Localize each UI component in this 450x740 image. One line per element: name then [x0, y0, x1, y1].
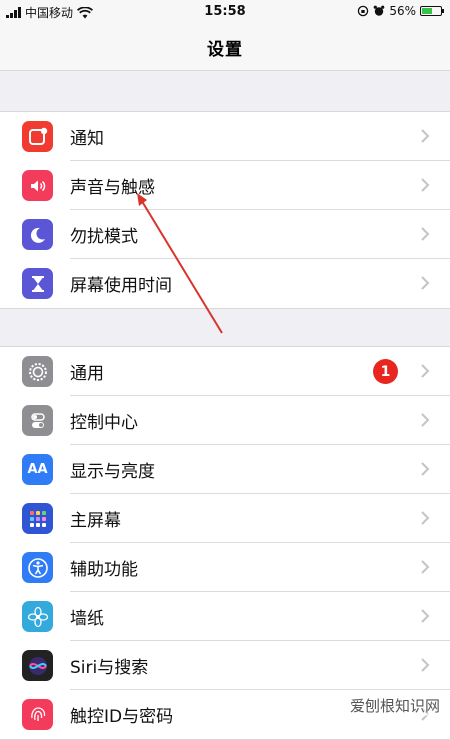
chevron-right-icon — [421, 413, 430, 427]
settings-row-home-screen[interactable]: 主屏幕 — [0, 494, 450, 543]
settings-row-control-center[interactable]: 控制中心 — [0, 396, 450, 445]
settings-row-label: 辅助功能 — [70, 560, 138, 580]
status-bar: 中国移动 15:58 56% — [0, 0, 450, 24]
settings-row-screen-time[interactable]: 屏幕使用时间 — [0, 259, 450, 308]
settings-row-do-not-disturb[interactable]: 勿扰模式 — [0, 210, 450, 259]
sounds-icon — [22, 170, 53, 201]
battery-fill — [422, 8, 433, 14]
settings-group-2: 通用 1 控制中心 AA 显示与亮度 主屏幕 辅助功能 墙纸 Siri与搜索 触… — [0, 346, 450, 740]
settings-group-1: 通知 声音与触感 勿扰模式 屏幕使用时间 — [0, 111, 450, 309]
alarm-icon — [374, 5, 385, 16]
gear-icon — [22, 356, 53, 387]
settings-row-label: 声音与触感 — [70, 178, 155, 198]
wallpaper-flower-icon — [22, 601, 53, 632]
chevron-right-icon — [421, 462, 430, 476]
page-title: 设置 — [207, 39, 243, 60]
touch-id-fingerprint-icon — [22, 699, 53, 730]
status-right: 56% — [357, 4, 444, 18]
settings-row-label: 控制中心 — [70, 413, 138, 433]
orientation-lock-icon — [358, 5, 369, 17]
chevron-right-icon — [421, 609, 430, 623]
settings-row-siri-search[interactable]: Siri与搜索 — [0, 641, 450, 690]
settings-row-display-brightness[interactable]: AA 显示与亮度 — [0, 445, 450, 494]
chevron-right-icon — [421, 178, 430, 192]
notification-badge: 1 — [373, 359, 398, 384]
screen-time-hourglass-icon — [22, 268, 53, 299]
settings-row-label: Siri与搜索 — [70, 658, 149, 678]
settings-row-label: 墙纸 — [70, 609, 104, 629]
settings-row-label: 勿扰模式 — [70, 227, 138, 247]
chevron-right-icon — [421, 227, 430, 241]
notifications-icon — [22, 121, 53, 152]
settings-row-notifications[interactable]: 通知 — [0, 112, 450, 161]
battery-icon — [420, 6, 444, 16]
settings-row-sounds-haptics[interactable]: 声音与触感 — [0, 161, 450, 210]
siri-icon — [22, 650, 53, 681]
settings-row-label: 通知 — [70, 129, 104, 149]
home-screen-icon — [22, 503, 53, 534]
battery-percentage: 56% — [389, 4, 416, 18]
accessibility-icon — [22, 552, 53, 583]
chevron-right-icon — [421, 364, 430, 378]
watermark-text: 爱刨根知识网 — [347, 695, 442, 716]
chevron-right-icon — [421, 276, 430, 290]
chevron-right-icon — [421, 129, 430, 143]
settings-row-label: 屏幕使用时间 — [70, 276, 172, 296]
settings-row-label: 主屏幕 — [70, 511, 121, 531]
chevron-right-icon — [421, 560, 430, 574]
do-not-disturb-moon-icon — [22, 219, 53, 250]
settings-row-general[interactable]: 通用 1 — [0, 347, 450, 396]
display-aa-icon: AA — [22, 454, 53, 485]
chevron-right-icon — [421, 511, 430, 525]
settings-row-label: 显示与亮度 — [70, 462, 155, 482]
display-aa-glyph: AA — [27, 462, 48, 477]
chevron-right-icon — [421, 658, 430, 672]
settings-row-label: 触控ID与密码 — [70, 707, 174, 727]
settings-row-accessibility[interactable]: 辅助功能 — [0, 543, 450, 592]
control-center-icon — [22, 405, 53, 436]
navigation-bar: 设置 — [0, 24, 450, 71]
settings-row-wallpaper[interactable]: 墙纸 — [0, 592, 450, 641]
settings-row-label: 通用 — [70, 364, 104, 384]
